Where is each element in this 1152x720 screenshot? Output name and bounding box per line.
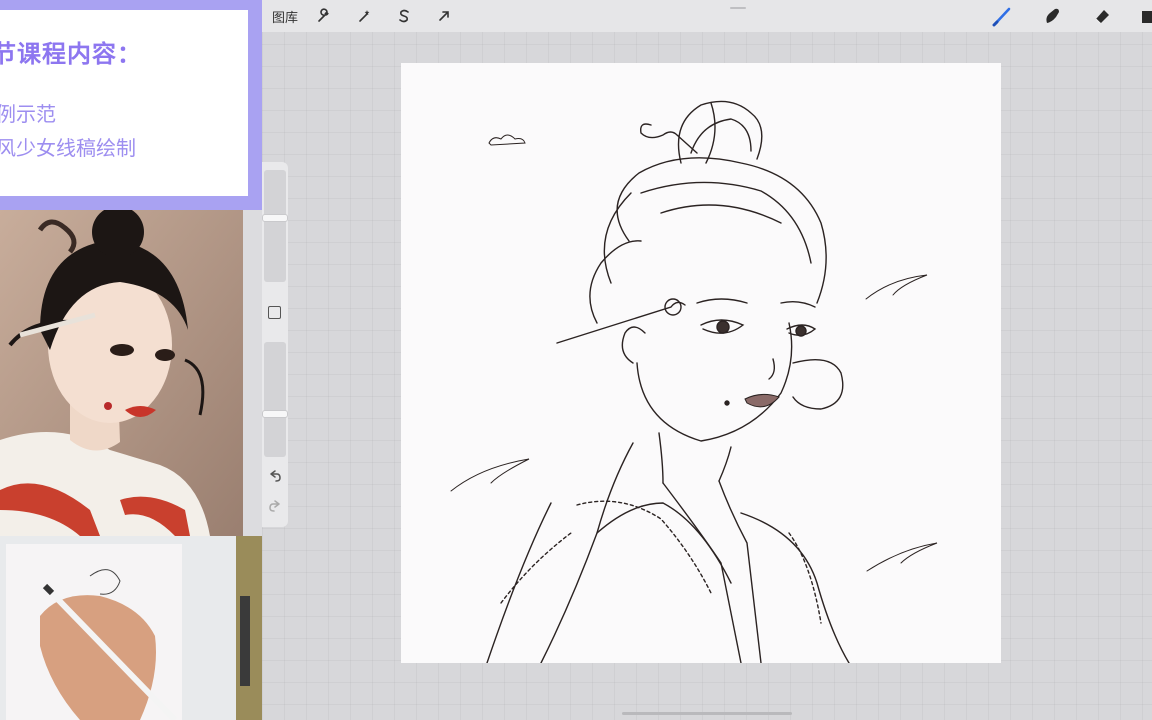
wrench-icon[interactable] xyxy=(312,4,336,28)
drawing-hand-video xyxy=(0,536,262,720)
left-sidebar xyxy=(262,162,288,527)
brush-icon[interactable] xyxy=(990,4,1014,28)
lesson-title: 节课程内容： xyxy=(0,40,142,68)
brush-size-slider[interactable] xyxy=(262,170,288,282)
brush-size-thumb[interactable] xyxy=(262,214,288,222)
lesson-item: 风少女线稿绘制 xyxy=(0,136,136,160)
line-art-drawing xyxy=(450,100,938,663)
lesson-card: 节课程内容： 例示范 风少女线稿绘制 xyxy=(0,0,262,210)
toolbar-handle xyxy=(730,7,746,9)
square-icon[interactable] xyxy=(268,306,281,319)
magic-wand-icon[interactable] xyxy=(352,4,376,28)
reference-photo xyxy=(0,210,243,536)
lesson-item: 例示范 xyxy=(0,102,56,126)
reference-photo-illustration xyxy=(0,210,243,536)
screen: 节课程内容： 例示范 风少女线稿绘制 图库 xyxy=(0,0,1152,720)
opacity-thumb[interactable] xyxy=(262,410,288,418)
redo-icon[interactable] xyxy=(267,498,283,514)
drawing-hand-illustration xyxy=(0,536,262,720)
procreate-app: 图库 xyxy=(262,0,1152,720)
undo-icon[interactable] xyxy=(267,468,283,484)
lesson-card-panel: 节课程内容： 例示范 风少女线稿绘制 xyxy=(0,10,248,196)
opacity-slider[interactable] xyxy=(262,342,288,457)
home-indicator xyxy=(622,712,792,715)
gallery-button[interactable]: 图库 xyxy=(272,7,298,26)
selection-s-icon[interactable] xyxy=(392,4,416,28)
layers-icon[interactable] xyxy=(1136,4,1152,28)
eraser-icon[interactable] xyxy=(1090,4,1114,28)
drawing-canvas[interactable] xyxy=(401,63,1001,663)
top-toolbar: 图库 xyxy=(262,0,1152,32)
smudge-icon[interactable] xyxy=(1040,4,1064,28)
transform-arrow-icon[interactable] xyxy=(432,4,456,28)
